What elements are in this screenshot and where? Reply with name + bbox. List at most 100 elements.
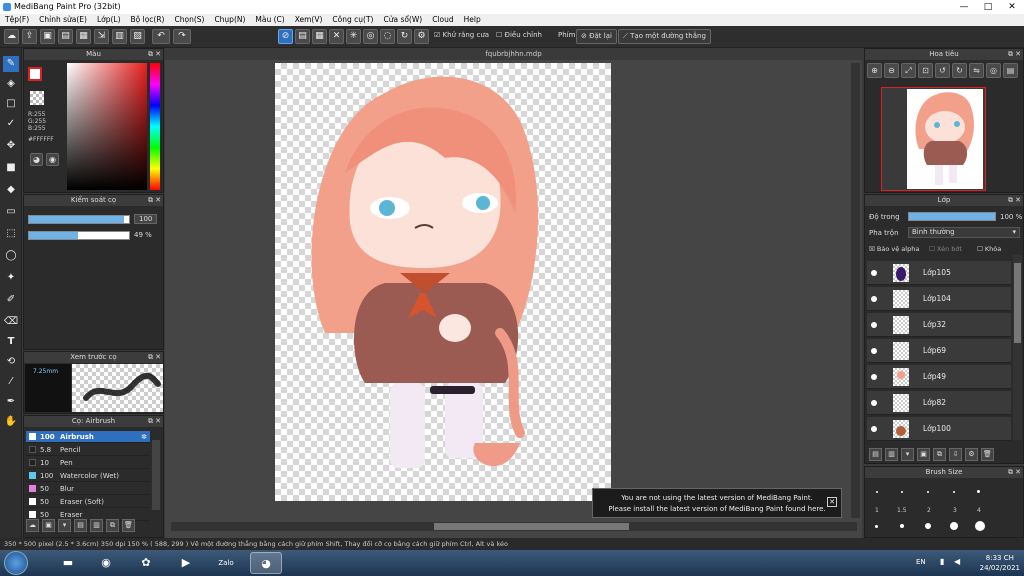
menu-edit[interactable]: Chỉnh sửa(E) (34, 14, 92, 26)
snap-settings-icon[interactable]: ⚙ (414, 29, 429, 44)
size-preset[interactable] (977, 490, 980, 493)
close-icon[interactable]: ✕ (155, 416, 161, 427)
actual-size-icon[interactable]: ⊡ (918, 63, 933, 78)
gear-icon[interactable]: ✲ (141, 431, 147, 442)
rotate-right-icon[interactable]: ↻ (952, 63, 967, 78)
zoom-app-icon[interactable]: ▶ (170, 552, 202, 574)
brush-item-eraser-soft[interactable]: 50 Eraser (Soft) (26, 496, 150, 508)
hue-slider[interactable] (150, 63, 160, 190)
size-preset[interactable] (975, 521, 985, 531)
shape-tool-icon[interactable]: ■ (3, 160, 19, 176)
size-preset[interactable] (953, 491, 955, 493)
layer-row[interactable]: Lớp105 (867, 261, 1011, 285)
drawing-canvas[interactable] (275, 63, 611, 501)
add-layer-menu-icon[interactable]: ▾ (901, 448, 914, 461)
snap-curve-icon[interactable]: ◌ (380, 29, 395, 44)
canvas-vertical-scrollbar[interactable] (851, 63, 860, 518)
folder-icon[interactable]: ▣ (917, 448, 930, 461)
divide-tool-icon[interactable]: ⁄ (3, 374, 19, 390)
menu-view[interactable]: Xem(V) (290, 14, 328, 26)
undo-icon[interactable]: ↶ (152, 29, 170, 44)
print-icon[interactable]: ▧ (130, 29, 145, 44)
upload-icon[interactable]: ⇪ (22, 29, 37, 44)
gradient-tool-icon[interactable]: ▭ (3, 204, 19, 220)
zoom-in-icon[interactable]: ⊕ (867, 63, 882, 78)
menu-color[interactable]: Màu (C) (250, 14, 289, 26)
save-icon[interactable]: ▥ (112, 29, 127, 44)
undock-icon[interactable]: ⧉ (148, 49, 153, 60)
layer-row[interactable]: Lớp100 (867, 417, 1011, 441)
reset-button[interactable]: ⊘ Đặt lại (576, 29, 617, 44)
menu-tools[interactable]: Công cụ(T) (327, 14, 378, 26)
operation-tool-icon[interactable]: ⟲ (3, 354, 19, 370)
flip-icon[interactable]: ⇋ (969, 63, 984, 78)
dot-tool-icon[interactable]: □ (3, 96, 19, 112)
undock-icon[interactable]: ⧉ (148, 416, 153, 427)
scrollbar-thumb[interactable] (434, 523, 629, 530)
snap-off-icon[interactable]: ⊘ (278, 29, 293, 44)
foreground-color-swatch[interactable] (28, 67, 42, 81)
undock-icon[interactable]: ⧉ (1008, 49, 1013, 60)
menu-snap[interactable]: Chụp(N) (209, 14, 250, 26)
size-preset[interactable] (950, 522, 958, 530)
network-icon[interactable]: ▮ (940, 557, 944, 566)
palette-icon[interactable]: ◕ (30, 153, 43, 166)
color-picker-icon[interactable]: ◉ (46, 153, 59, 166)
speech-icon[interactable]: ▤ (58, 29, 73, 44)
transparent-color-swatch[interactable] (30, 91, 44, 105)
reset-view-icon[interactable]: ◎ (986, 63, 1001, 78)
eye-icon[interactable] (871, 400, 877, 406)
duplicate-layer-icon[interactable]: ⧉ (933, 448, 946, 461)
volume-icon[interactable]: ◀ (954, 557, 960, 566)
brush-item-blur[interactable]: 50 Blur (26, 483, 150, 495)
clipping-checkbox[interactable]: ☐ Xén bớt (929, 245, 962, 253)
eye-icon[interactable] (871, 296, 877, 302)
saturation-value-picker[interactable] (67, 63, 147, 190)
navigator-viewport[interactable] (881, 87, 986, 191)
export-icon[interactable]: ⇲ (94, 29, 109, 44)
rotate-left-icon[interactable]: ↺ (935, 63, 950, 78)
protect-alpha-checkbox[interactable]: ☒ Bảo vệ alpha (869, 245, 919, 253)
select-tool-icon[interactable]: ⬚ (3, 226, 19, 242)
eye-icon[interactable] (871, 426, 877, 432)
fit-window-icon[interactable]: ⤢ (901, 63, 916, 78)
size-preset[interactable] (927, 491, 929, 493)
menu-help[interactable]: Help (459, 14, 486, 26)
text-tool-icon[interactable]: T (3, 334, 19, 350)
language-indicator[interactable]: EN (916, 558, 926, 566)
pen-tool-icon[interactable]: ✓ (3, 116, 19, 132)
menu-layer[interactable]: Lớp(L) (92, 14, 126, 26)
brush-list-scrollbar[interactable] (152, 440, 160, 510)
snap-radial-icon[interactable]: ✳ (346, 29, 361, 44)
lock-checkbox[interactable]: ☐ Khóa (977, 245, 1001, 253)
menu-window[interactable]: Cửa sổ(W) (378, 14, 427, 26)
start-button[interactable] (4, 551, 28, 575)
move-tool-icon[interactable]: ✥ (3, 138, 19, 154)
brush-menu-icon[interactable]: ▾ (58, 519, 71, 532)
layer-row[interactable]: Lớp82 (867, 391, 1011, 415)
merge-layer-icon[interactable]: ⇩ (949, 448, 962, 461)
delete-icon[interactable]: 🗑 (122, 519, 135, 532)
app-icon[interactable]: ✿ (130, 552, 162, 574)
close-icon[interactable]: ✕ (1015, 49, 1021, 60)
folder-icon[interactable]: ▥ (90, 519, 103, 532)
duplicate-icon[interactable]: ⧉ (106, 519, 119, 532)
menu-file[interactable]: Tệp(F) (0, 14, 34, 26)
medibang-icon[interactable]: ◕ (250, 552, 282, 574)
new-layer-icon[interactable]: ▤ (869, 448, 882, 461)
snap-parallel-icon[interactable]: ▤ (295, 29, 310, 44)
brush-size-slider[interactable] (28, 215, 130, 224)
delete-layer-icon[interactable]: 🗑 (981, 448, 994, 461)
lasso-tool-icon[interactable]: ◯ (3, 248, 19, 264)
brush-size-value[interactable]: 100 (134, 214, 158, 224)
share-icon[interactable]: ▦ (76, 29, 91, 44)
eye-icon[interactable] (871, 374, 877, 380)
clock[interactable]: 8:33 CH 24/02/2021 (980, 553, 1020, 573)
undock-icon[interactable]: ⧉ (1008, 195, 1013, 206)
document-tab[interactable]: fqubrbjhhn.mdp (165, 48, 862, 60)
brush-item-pen[interactable]: 10 Pen (26, 457, 150, 469)
snap-cross-icon[interactable]: ✕ (329, 29, 344, 44)
comment-icon[interactable]: ▣ (40, 29, 55, 44)
update-notice[interactable]: You are not using the latest version of … (592, 488, 842, 518)
brush-opacity-slider[interactable] (28, 231, 130, 240)
